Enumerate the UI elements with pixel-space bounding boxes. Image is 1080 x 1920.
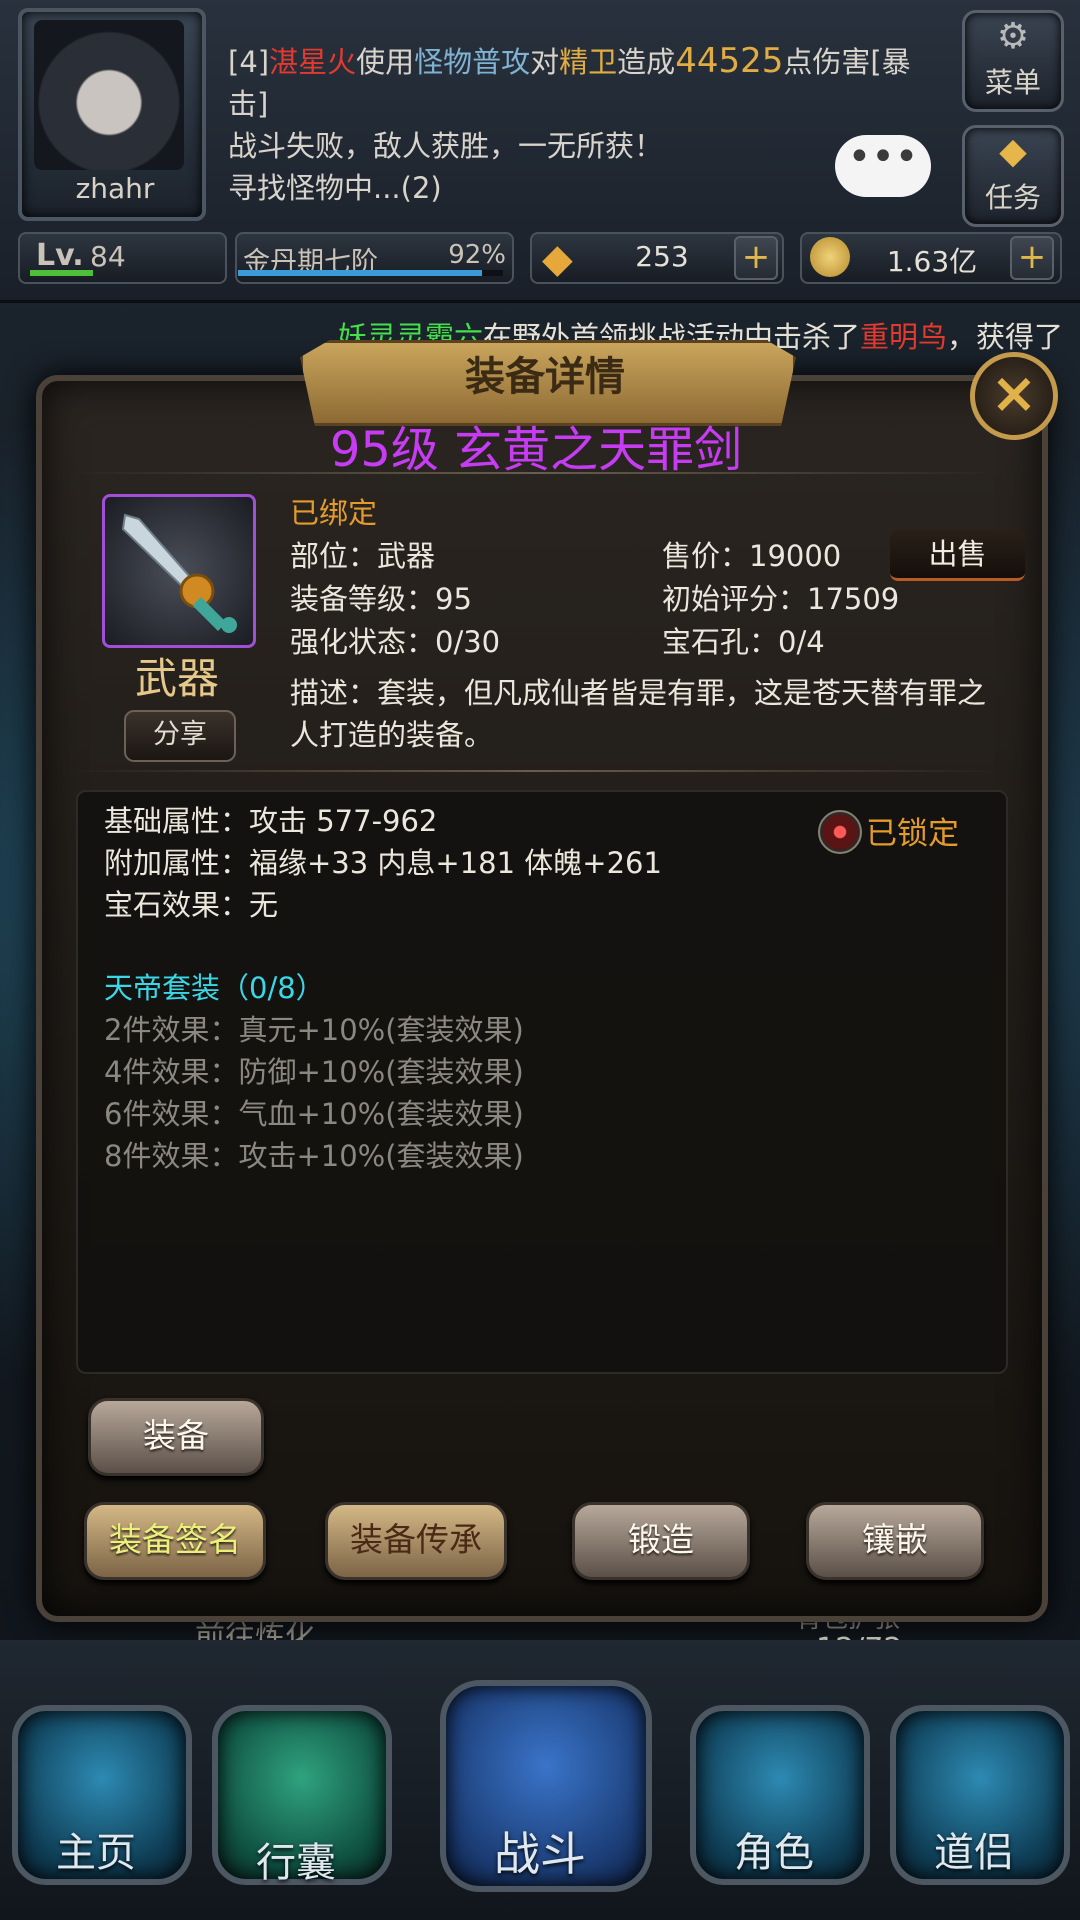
inlay-button[interactable]: 镶嵌: [806, 1502, 984, 1580]
equip-sign-button[interactable]: 装备签名: [84, 1502, 266, 1580]
item-gem-slots: 宝石孔：0/4: [662, 625, 825, 659]
player-name: zhahr: [75, 172, 155, 205]
forge-button[interactable]: 锻造: [572, 1502, 750, 1580]
combat-log-line-2: 战斗失败，敌人获胜，一无所获！: [228, 129, 664, 163]
gold-currency-bar: 1.63亿 +: [800, 232, 1062, 284]
combat-log-line-1: [4]湛星火使用怪物普攻对精卫造成44525点伤害[暴击]: [228, 40, 938, 125]
equip-inherit-button[interactable]: 装备传承: [325, 1502, 507, 1580]
gem-currency-bar: ◆ 253 +: [530, 232, 784, 284]
item-part: 部位：武器: [290, 539, 436, 573]
item-slot-label: 武器: [134, 654, 219, 703]
item-price: 售价：19000: [662, 539, 842, 573]
log-verb: 使用: [356, 45, 415, 79]
add-gold-button[interactable]: +: [1010, 236, 1054, 280]
nav-bag-label: 行囊: [256, 1840, 336, 1886]
share-button[interactable]: 分享: [124, 710, 236, 762]
gold-count: 1.63亿: [886, 245, 978, 278]
gear-icon: ⚙: [996, 16, 1030, 57]
diamond-icon: ◆: [999, 131, 1027, 172]
task-label: 任务: [984, 181, 1041, 214]
sell-button[interactable]: 出售: [890, 530, 1025, 581]
divider: [70, 770, 1000, 772]
base-attribute: 基础属性：攻击 577-962: [104, 804, 438, 838]
item-level: 装备等级：95: [290, 582, 472, 616]
log-index: [4]: [228, 45, 270, 79]
nav-home-label: 主页: [56, 1830, 136, 1876]
log-to: 对: [530, 45, 560, 79]
sword-icon: [121, 513, 237, 633]
realm-bar: 金丹期七阶 92%: [235, 232, 514, 284]
add-gems-button[interactable]: +: [734, 236, 778, 280]
item-description: 描述：套装，但凡成仙者皆是有罪，这是苍天替有罪之人打造的装备。: [290, 676, 987, 752]
log-actor: 湛星火: [269, 45, 357, 79]
announce-end: ，获得了: [947, 320, 1064, 354]
extra-attribute: 附加属性：福缘+33 内息+181 体魄+261: [104, 846, 662, 880]
set-effect-4: 4件效果：防御+10%(套装效果): [104, 1055, 524, 1089]
locked-status[interactable]: 已锁定: [866, 808, 959, 853]
nav-character-label: 角色: [734, 1830, 814, 1876]
log-target: 精卫: [559, 45, 618, 79]
set-title: 天帝套装（0/8）: [104, 971, 325, 1005]
nav-battle-label: 战斗: [494, 1827, 586, 1881]
menu-button[interactable]: ⚙ 菜单: [962, 10, 1064, 112]
log-caused: 造成: [617, 45, 676, 79]
set-effect-6: 6件效果：气血+10%(套装效果): [104, 1097, 524, 1131]
set-effect-2: 2件效果：真元+10%(套装效果): [104, 1013, 524, 1047]
item-name: 95级 玄黄之天罪剑: [329, 422, 743, 478]
chat-bubble-icon[interactable]: •••: [835, 135, 931, 197]
log-damage: 44525: [675, 41, 784, 81]
set-effect-8: 8件效果：攻击+10%(套装效果): [104, 1139, 524, 1173]
level-progress-fill: [30, 270, 93, 276]
nav-partner-label: 道侣: [934, 1830, 1014, 1876]
realm-progress-fill: [238, 270, 482, 276]
realm-percent: 92%: [448, 240, 506, 270]
gem-icon: ◆: [542, 236, 573, 282]
level-bar: Lv. 84: [18, 232, 227, 284]
equip-button[interactable]: 装备: [88, 1398, 264, 1476]
gem-effect: 宝石效果：无: [104, 888, 279, 922]
dialog-title: 装备详情: [465, 354, 625, 400]
item-initial-score: 初始评分：17509: [662, 582, 900, 616]
menu-label: 菜单: [984, 66, 1041, 99]
combat-log-line-3: 寻找怪物中...(2): [228, 171, 442, 205]
avatar[interactable]: [34, 20, 184, 170]
lock-icon[interactable]: [818, 810, 862, 854]
announce-boss: 重明鸟: [860, 320, 948, 354]
bound-status: 已绑定: [290, 496, 378, 530]
level-prefix: Lv.: [36, 238, 84, 273]
divider: [70, 472, 1000, 474]
log-skill: 怪物普攻: [414, 45, 531, 79]
item-enhance: 强化状态：0/30: [290, 625, 501, 659]
combat-log: [4]湛星火使用怪物普攻对精卫造成44525点伤害[暴击] 战斗失败，敌人获胜，…: [228, 40, 938, 209]
gem-count: 253: [635, 240, 689, 273]
gold-coin-icon: [810, 237, 850, 277]
task-button[interactable]: ◆ 任务: [962, 125, 1064, 227]
level-value: 84: [90, 240, 126, 273]
item-icon-slot[interactable]: [102, 494, 256, 648]
